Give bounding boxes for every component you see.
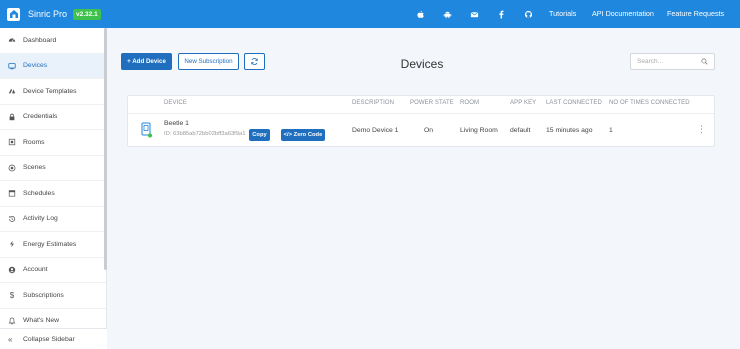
tutorials-link[interactable]: Tutorials bbox=[549, 9, 576, 18]
app-name: Sinric Pro bbox=[28, 9, 68, 19]
device-description: Demo Device 1 bbox=[352, 127, 399, 134]
device-last-connected: 15 minutes ago bbox=[546, 127, 593, 134]
sidebar-item-label: Schedules bbox=[23, 189, 55, 197]
scenes-icon bbox=[8, 164, 16, 172]
sidebar-item-label: Subscriptions bbox=[23, 291, 64, 299]
sidebar-item-dashboard[interactable]: Dashboard bbox=[0, 28, 106, 54]
sidebar-item-label: Device Templates bbox=[23, 87, 77, 95]
lock-icon bbox=[8, 113, 16, 121]
sidebar-item-label: Energy Estimates bbox=[23, 240, 77, 248]
sinric-logo-icon bbox=[7, 7, 20, 21]
device-id: ID: 63b85ab72bb02bff3a63f9a1 bbox=[164, 131, 246, 137]
column-header-times-connected: No of times connected bbox=[609, 100, 690, 106]
copy-id-button[interactable]: Copy bbox=[249, 129, 270, 141]
sidebar-item-credentials[interactable]: Credentials bbox=[0, 105, 106, 130]
calendar-icon bbox=[8, 189, 16, 197]
refresh-button[interactable] bbox=[244, 53, 265, 70]
sidebar-item-schedules[interactable]: Schedules bbox=[0, 181, 106, 207]
templates-icon bbox=[8, 87, 16, 95]
sidebar-item-account[interactable]: Account bbox=[0, 258, 106, 283]
column-header-description: Description bbox=[352, 100, 395, 106]
collapse-sidebar-button[interactable]: « Collapse Sidebar bbox=[0, 328, 107, 349]
column-header-power-state: Power State bbox=[410, 100, 454, 106]
rooms-icon bbox=[8, 138, 16, 146]
github-icon[interactable] bbox=[524, 10, 533, 19]
devices-icon bbox=[8, 62, 16, 70]
sidebar: Dashboard Devices Device Templates Crede… bbox=[0, 28, 107, 349]
device-name[interactable]: Beetle 1 bbox=[164, 120, 189, 127]
dashboard-icon bbox=[8, 36, 16, 44]
sidebar-item-subscriptions[interactable]: $ Subscriptions bbox=[0, 283, 106, 309]
brand[interactable]: Sinric Pro v2.32.1 bbox=[7, 7, 101, 21]
sidebar-scrollbar[interactable] bbox=[104, 28, 107, 270]
column-header-room: Room bbox=[460, 100, 480, 106]
api-documentation-link[interactable]: API Documentation bbox=[592, 9, 654, 18]
sidebar-item-label: Credentials bbox=[23, 113, 58, 121]
dollar-icon: $ bbox=[9, 290, 15, 300]
android-icon[interactable] bbox=[443, 10, 452, 19]
sidebar-item-label: Rooms bbox=[23, 138, 45, 146]
mail-icon[interactable] bbox=[470, 10, 479, 19]
user-icon bbox=[8, 266, 16, 274]
device-times-connected: 1 bbox=[609, 127, 613, 134]
collapse-sidebar-label: Collapse Sidebar bbox=[23, 335, 75, 343]
table-header-divider bbox=[128, 113, 714, 114]
facebook-icon[interactable] bbox=[497, 10, 506, 19]
search-input[interactable] bbox=[631, 58, 699, 65]
page-title: Devices bbox=[400, 57, 444, 71]
search-icon[interactable] bbox=[701, 58, 708, 65]
sidebar-item-device-templates[interactable]: Device Templates bbox=[0, 79, 106, 105]
sidebar-item-label: What's New bbox=[23, 317, 60, 325]
device-status-icon bbox=[141, 122, 152, 138]
device-power-state: On bbox=[424, 127, 434, 134]
sidebar-item-label: Activity Log bbox=[23, 215, 58, 223]
apple-icon[interactable] bbox=[416, 10, 425, 19]
column-header-last-connected: Last Connected bbox=[546, 100, 602, 106]
double-chevron-left-icon: « bbox=[8, 334, 13, 344]
feature-requests-link[interactable]: Feature Requests bbox=[667, 9, 724, 18]
bell-icon bbox=[8, 317, 16, 325]
add-device-button[interactable]: + Add Device bbox=[121, 53, 172, 70]
sidebar-item-rooms[interactable]: Rooms bbox=[0, 130, 106, 156]
search-box bbox=[630, 53, 715, 70]
device-room: Living Room bbox=[460, 127, 498, 134]
sidebar-item-scenes[interactable]: Scenes bbox=[0, 156, 106, 181]
device-app-key: default bbox=[510, 127, 531, 134]
bolt-icon bbox=[8, 240, 16, 248]
new-subscription-button[interactable]: New Subscription bbox=[178, 53, 239, 70]
sidebar-item-label: Devices bbox=[23, 62, 48, 70]
column-header-device: Device bbox=[164, 100, 187, 106]
top-icon-group bbox=[416, 0, 551, 28]
sidebar-item-label: Scenes bbox=[23, 164, 46, 172]
sidebar-item-label: Account bbox=[23, 266, 48, 274]
sidebar-item-label: Dashboard bbox=[23, 36, 57, 44]
history-icon bbox=[8, 215, 16, 223]
refresh-icon bbox=[251, 58, 258, 65]
row-menu-icon[interactable]: ⋮ bbox=[697, 125, 706, 134]
column-header-app-key: App Key bbox=[510, 100, 537, 106]
sidebar-item-activity-log[interactable]: Activity Log bbox=[0, 207, 106, 232]
version-badge: v2.32.1 bbox=[73, 8, 101, 20]
sidebar-item-devices[interactable]: Devices bbox=[0, 53, 106, 79]
zero-code-button[interactable]: </> Zero Code bbox=[281, 129, 325, 141]
sidebar-item-energy-estimates[interactable]: Energy Estimates bbox=[0, 232, 106, 258]
